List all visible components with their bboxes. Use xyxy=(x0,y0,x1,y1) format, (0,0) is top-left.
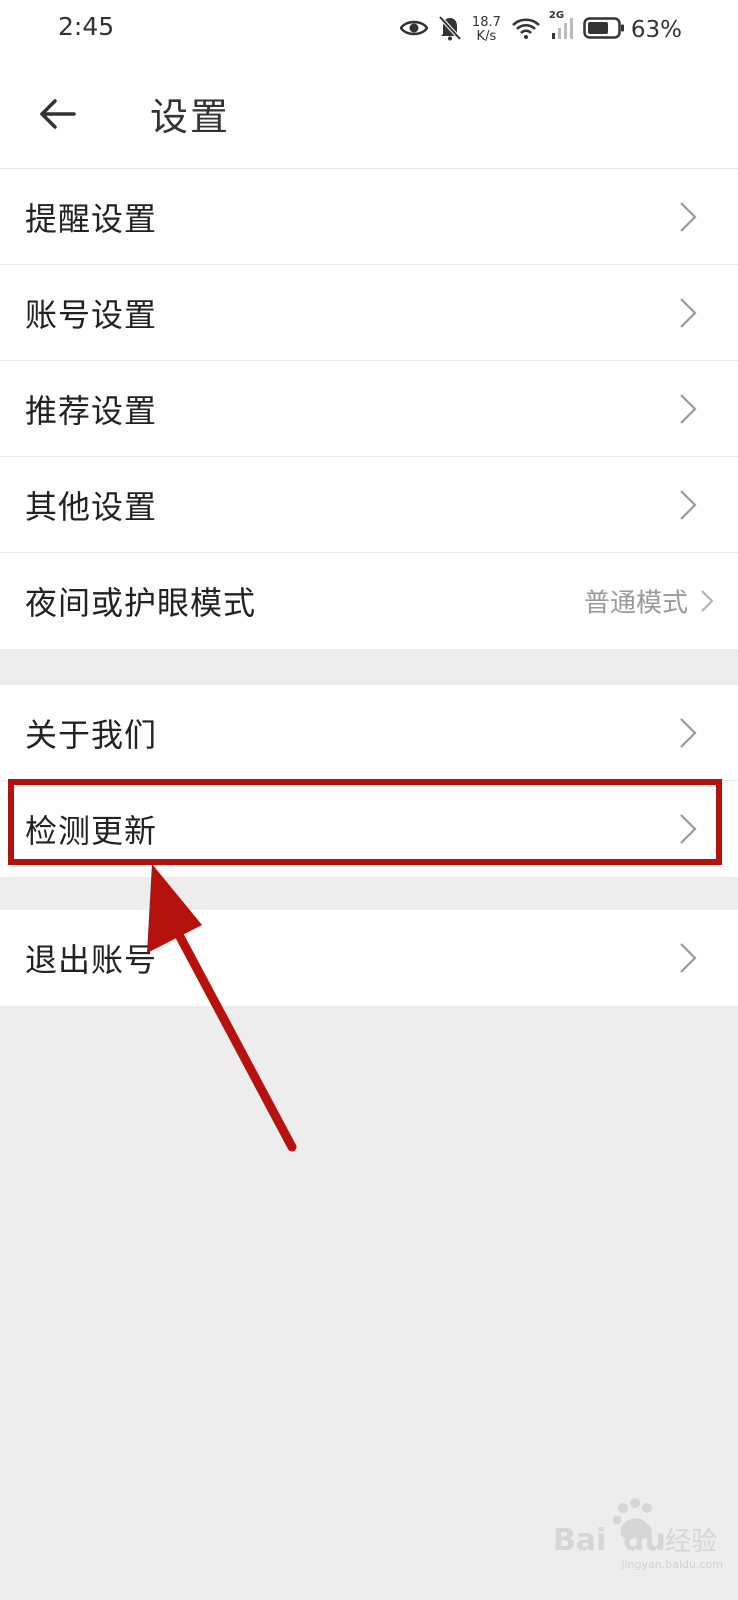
item-label: 关于我们 xyxy=(25,715,158,754)
item-label: 退出账号 xyxy=(25,941,158,979)
item-label: 其他设置 xyxy=(25,487,158,526)
bell-off-icon xyxy=(438,15,462,45)
chevron-right-icon xyxy=(680,393,697,424)
baidu-watermark: Bai du 经验 jingyan.baidu.com xyxy=(553,1494,723,1574)
network-type-label: 2G xyxy=(548,10,565,21)
svg-text:Bai: Bai xyxy=(553,1523,606,1558)
chevron-right-icon xyxy=(680,297,697,328)
back-button[interactable] xyxy=(34,90,82,138)
logout-item[interactable]: 退出账号 xyxy=(0,910,738,1006)
status-icons: 18.7 K/s 2G 63% xyxy=(390,10,682,50)
other-settings-item[interactable]: 其他设置 xyxy=(0,457,738,553)
signal-icon: 2G xyxy=(549,10,573,44)
settings-group-main: 提醒设置 账号设置 推荐设置 其他设置 夜间或护眼模式 普通模式 xyxy=(0,169,738,649)
net-speed-value: 18.7 xyxy=(471,15,501,30)
chevron-right-icon xyxy=(680,489,697,520)
watermark-url: jingyan.baidu.com xyxy=(621,1558,723,1571)
item-label: 账号设置 xyxy=(25,295,158,334)
header: 设置 xyxy=(0,60,738,169)
chevron-right-icon xyxy=(680,717,697,748)
arrow-left-icon xyxy=(40,99,76,129)
account-settings-item[interactable]: 账号设置 xyxy=(0,265,738,361)
battery-icon xyxy=(583,16,625,44)
svg-text:经验: 经验 xyxy=(665,1527,717,1557)
page-title: 设置 xyxy=(150,95,231,139)
chevron-right-icon xyxy=(680,201,697,232)
item-label: 夜间或护眼模式 xyxy=(25,584,257,622)
about-us-item[interactable]: 关于我们 xyxy=(0,685,738,781)
recommend-settings-item[interactable]: 推荐设置 xyxy=(0,361,738,457)
status-bar: 2:45 18.7 K/s 2G 63% xyxy=(0,0,738,60)
night-mode-item[interactable]: 夜间或护眼模式 普通模式 xyxy=(0,553,738,649)
status-time: 2:45 xyxy=(58,12,115,41)
item-label: 提醒设置 xyxy=(25,199,158,238)
net-speed: 18.7 K/s xyxy=(472,16,501,44)
wifi-icon xyxy=(511,16,541,44)
baidu-logo-icon: Bai du 经验 xyxy=(553,1498,717,1558)
svg-text:du: du xyxy=(623,1523,666,1558)
chevron-right-icon xyxy=(680,943,697,973)
item-label: 推荐设置 xyxy=(25,391,158,430)
settings-group-logout: 退出账号 xyxy=(0,910,738,1006)
highlight-box xyxy=(8,779,722,865)
eye-icon xyxy=(399,18,429,42)
chevron-right-icon xyxy=(701,590,714,612)
night-mode-value: 普通模式 xyxy=(583,588,688,619)
battery-percent: 63% xyxy=(630,17,682,43)
settings-screen: 2:45 18.7 K/s 2G 63% 设置 提醒设置 账号设置 推荐设置 其… xyxy=(0,0,738,1600)
net-speed-unit: K/s xyxy=(476,29,497,44)
reminder-settings-item[interactable]: 提醒设置 xyxy=(0,169,738,265)
